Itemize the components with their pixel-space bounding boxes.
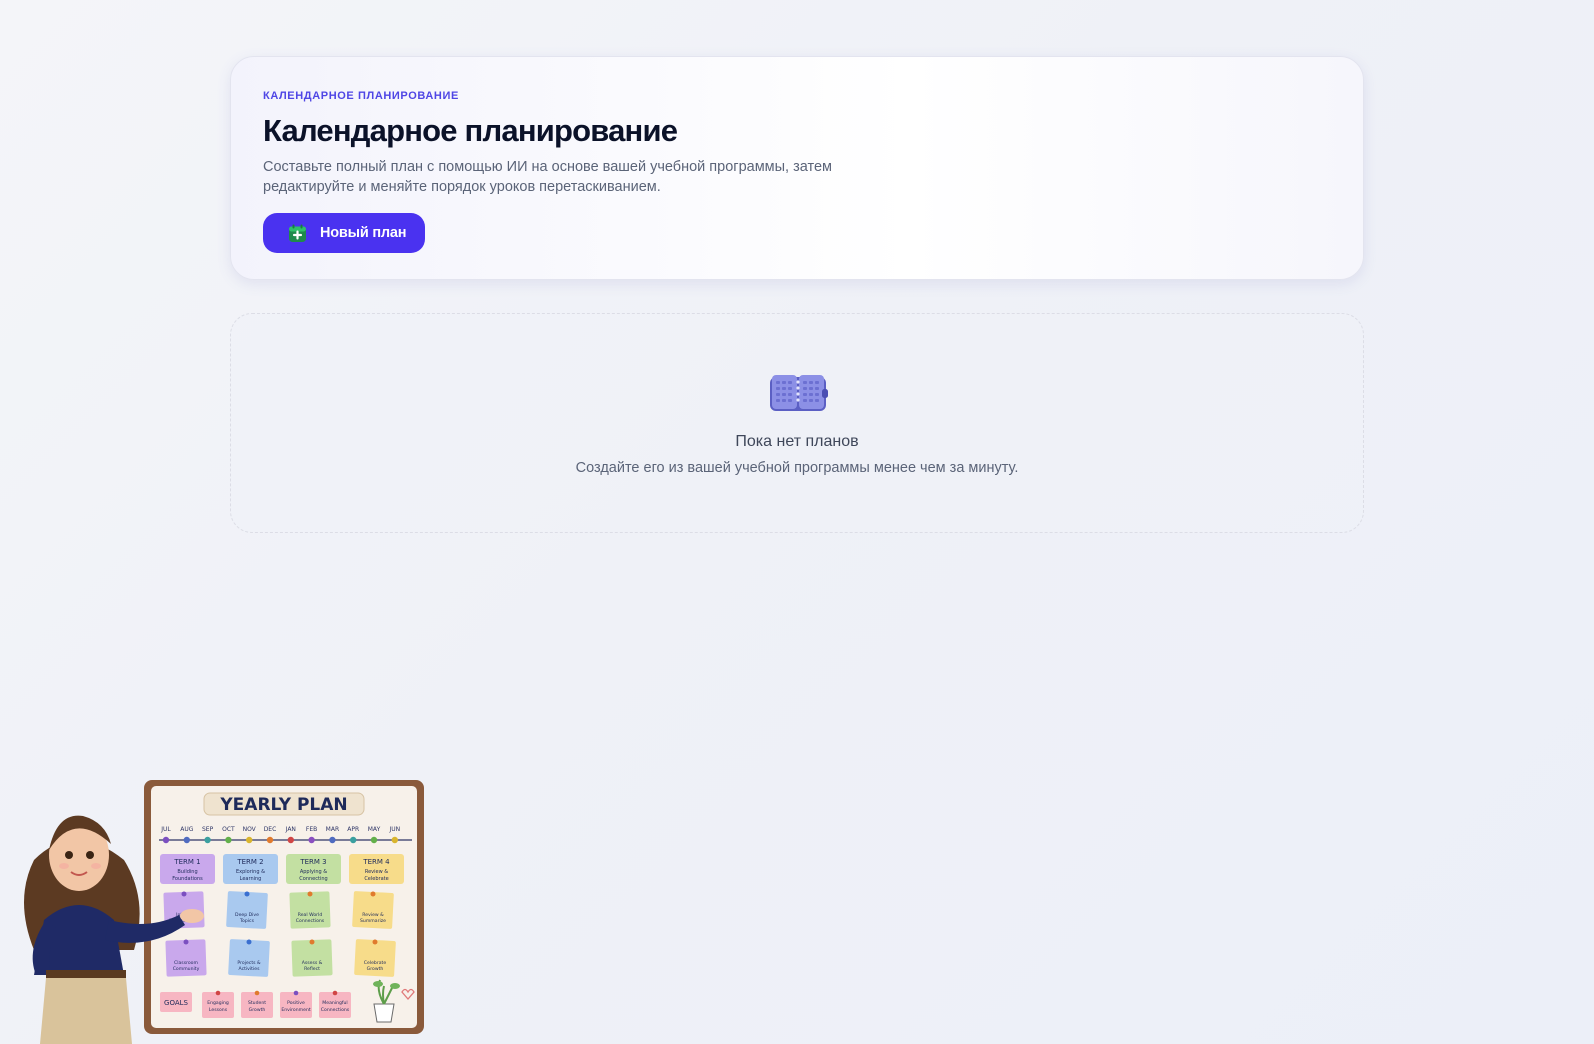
term-label: TERM 2 — [236, 858, 263, 866]
month-dot — [370, 836, 378, 844]
new-plan-label: Новый план — [320, 225, 407, 241]
month-label: OCT — [222, 826, 235, 833]
term-caption: Building — [177, 869, 197, 875]
sticky-note-text: Connections — [296, 918, 325, 924]
month-label: JAN — [285, 826, 296, 833]
term-caption: Review & — [365, 869, 388, 875]
sticky-note-text: Celebrate — [364, 960, 387, 966]
month-label: DEC — [264, 826, 277, 833]
month-dot — [266, 836, 274, 844]
goal-text: Connections — [321, 1007, 350, 1013]
sticky-note-text: Reflect — [304, 966, 320, 972]
sticky-note-text: Deep Dive — [235, 912, 259, 918]
term-label: TERM 3 — [299, 858, 326, 866]
month-label: AUG — [180, 826, 193, 833]
sticky-note-text: Summarize — [360, 918, 386, 924]
month-dot — [183, 836, 190, 844]
sticky-note-text: Growth — [367, 966, 384, 972]
month-label: SEP — [202, 826, 214, 833]
pin — [246, 939, 252, 945]
sticky-note-text: Real World — [298, 912, 323, 918]
term-caption: Learning — [240, 876, 262, 882]
goal-text: Growth — [249, 1007, 266, 1013]
month-label: FEB — [306, 826, 317, 833]
goals-label: GOALS — [164, 999, 188, 1007]
page-description: Составьте полный план с помощью ИИ на ос… — [263, 159, 833, 195]
term-caption: Connecting — [299, 876, 327, 882]
month-dot — [246, 836, 253, 844]
pin — [309, 939, 315, 945]
planning-header-card: КАЛЕНДАРНОЕ ПЛАНИРОВАНИЕ Календарное пла… — [230, 56, 1364, 280]
pin — [183, 939, 189, 945]
pin — [370, 891, 376, 897]
new-plan-button[interactable]: Новый план — [263, 213, 426, 253]
term-label: TERM 1 — [173, 858, 200, 866]
goal-text: Environment — [281, 1007, 311, 1013]
sticky-note-text: Activities — [239, 966, 261, 972]
month-label: MAY — [368, 826, 381, 833]
pin — [181, 891, 187, 897]
pin — [293, 990, 299, 996]
teacher-yearly-plan-illustration: YEARLY PLAN JUL AUG SEP OCT NOV DEC JAN FEB MAR A… — [24, 780, 424, 1044]
section-eyebrow: КАЛЕНДАРНОЕ ПЛАНИРОВАНИЕ — [263, 90, 459, 102]
plus-calendar-icon — [288, 224, 307, 243]
goal-text: Lessons — [209, 1007, 228, 1013]
month-label: JUL — [160, 826, 171, 833]
goal-text: Meaningful — [322, 1000, 347, 1006]
empty-state-panel: Пока нет планов Создайте его из вашей уч… — [230, 313, 1364, 533]
pin — [332, 990, 338, 996]
goal-text: Positive — [287, 1000, 305, 1006]
month-dot — [204, 836, 211, 844]
sticky-note-text: Topics — [239, 918, 255, 924]
sticky-note-text: Community — [173, 966, 200, 972]
empty-state-subtitle: Создайте его из вашей учебной программы … — [575, 460, 1019, 476]
month-label: NOV — [243, 826, 257, 833]
term-label: TERM 4 — [362, 858, 390, 866]
month-dot — [308, 836, 315, 844]
month-dot — [350, 836, 357, 844]
month-dot — [225, 836, 232, 844]
term-caption: Exploring & — [236, 869, 265, 875]
month-dot — [391, 836, 398, 844]
month-label: APR — [347, 826, 359, 833]
planner-book-icon — [768, 374, 828, 414]
sticky-note-text: Projects & — [237, 960, 261, 966]
board-title: YEARLY PLAN — [219, 795, 347, 815]
pin — [244, 891, 250, 897]
term-caption: Foundations — [172, 876, 203, 882]
pin — [254, 990, 260, 996]
page-title: Календарное планирование — [263, 113, 678, 148]
month-dot — [287, 836, 294, 844]
sticky-note-text: Classroom — [174, 960, 198, 966]
pin — [307, 891, 313, 897]
empty-state-title: Пока нет планов — [735, 433, 859, 450]
term-caption: Applying & — [300, 869, 327, 875]
term-caption: Celebrate — [364, 876, 388, 882]
month-label: JUN — [388, 826, 400, 833]
month-dot — [329, 836, 336, 844]
goal-text: Student — [248, 1000, 266, 1006]
month-dot — [162, 836, 170, 844]
goal-text: Engaging — [207, 1000, 229, 1006]
pin — [215, 990, 221, 996]
sticky-note-text: Assess & — [302, 960, 323, 966]
sticky-note-text: Review & — [362, 912, 384, 918]
month-label: MAR — [326, 826, 339, 833]
pin — [372, 939, 378, 945]
